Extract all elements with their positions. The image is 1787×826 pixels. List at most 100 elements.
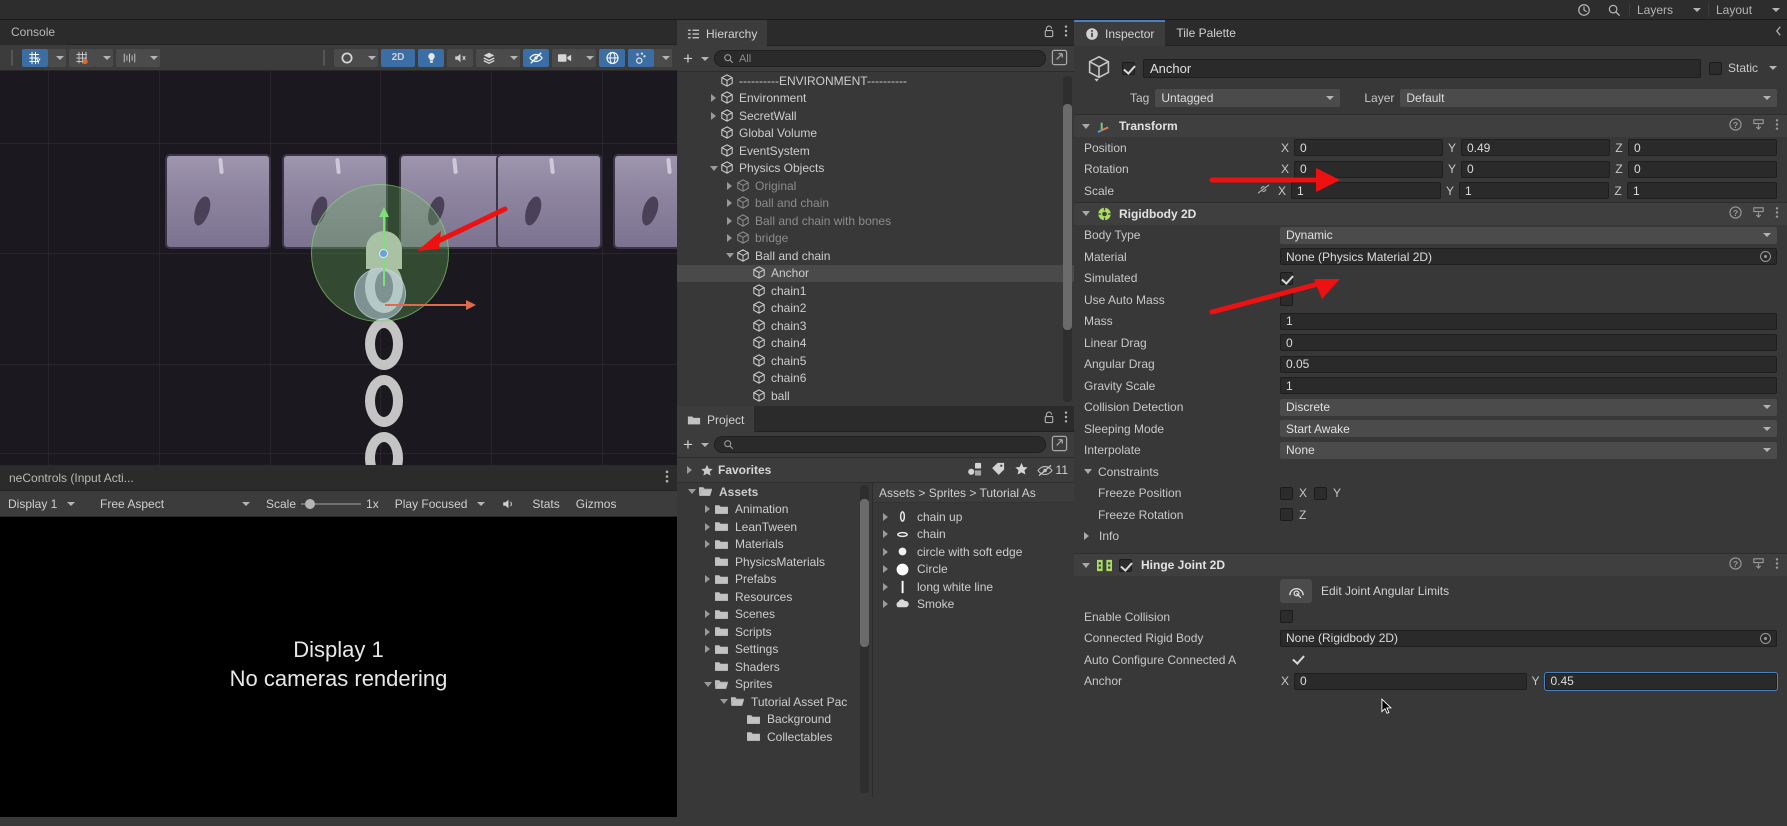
project-folder-sprites[interactable]: Sprites [677, 676, 872, 694]
scale-slider-group[interactable]: Scale 1x [258, 491, 387, 517]
project-folder-animation[interactable]: Animation [677, 501, 872, 519]
row-info[interactable]: Info [1074, 526, 1787, 548]
project-folder-scrollbar[interactable] [860, 485, 869, 793]
project-folder-scenes[interactable]: Scenes [677, 606, 872, 624]
scale-slider-knob[interactable] [305, 498, 316, 509]
project-asset-chain[interactable]: chain [873, 526, 1074, 544]
project-asset-smoke[interactable]: Smoke [873, 596, 1074, 614]
filter-by-favorites-icon[interactable] [1014, 462, 1029, 479]
project-asset-circle-with-soft-edge[interactable]: circle with soft edge [873, 543, 1074, 561]
connected-rigid-body-object-field[interactable]: None (Rigidbody 2D) [1280, 629, 1777, 647]
use-auto-mass-checkbox[interactable] [1280, 293, 1293, 307]
tab-project[interactable]: Project [677, 405, 755, 432]
angular-drag-input[interactable]: 0.05 [1280, 355, 1777, 373]
project-folder-prefabs[interactable]: Prefabs [677, 571, 872, 589]
gravity-scale-input[interactable]: 1 [1280, 377, 1777, 395]
layer-dropdown[interactable]: Default [1400, 89, 1777, 107]
hinge-joint2d-enabled-checkbox[interactable] [1119, 558, 1132, 572]
transform-rotation-x-input[interactable]: 0 [1294, 160, 1443, 178]
auto-configure-checkbox[interactable] [1292, 653, 1305, 666]
project-asset-pane[interactable]: Assets > Sprites > Tutorial As chain up c… [873, 483, 1074, 797]
create-asset-button[interactable]: + [683, 436, 709, 453]
mute-audio-icon[interactable] [493, 491, 524, 517]
hierarchy-search-expand-icon[interactable] [1051, 49, 1068, 69]
grid-snap-icon[interactable] [69, 48, 95, 67]
project-folder-collectables[interactable]: Collectables [677, 728, 872, 746]
asset-expand-arrow[interactable] [879, 582, 892, 591]
project-folder-shaders[interactable]: Shaders [677, 658, 872, 676]
hierarchy-scrollbar[interactable] [1063, 76, 1072, 402]
camera-toggle-icon[interactable] [552, 48, 578, 67]
project-folder-scrollbar-thumb[interactable] [860, 499, 869, 647]
breadcrumb[interactable]: Assets > Sprites > Tutorial As [873, 483, 1074, 503]
audio-toggle-icon[interactable] [447, 48, 473, 67]
help-icon-hinge[interactable]: ? [1729, 557, 1742, 573]
snap-increment-icon[interactable] [116, 48, 142, 67]
project-search-expand-icon[interactable] [1051, 435, 1068, 455]
hierarchy-item-chain3[interactable]: chain3 [677, 317, 1074, 335]
component-menu-icon-rigidbody2d[interactable] [1775, 206, 1779, 222]
anchor-x-input[interactable]: 0 [1294, 672, 1527, 690]
hierarchy-item-bridge[interactable]: bridge [677, 230, 1074, 248]
asset-expand-arrow[interactable] [879, 530, 892, 539]
asset-expand-arrow[interactable] [879, 547, 892, 556]
create-object-button[interactable]: + [683, 50, 709, 67]
filter-by-type-icon[interactable] [967, 462, 983, 479]
preset-icon-hinge[interactable] [1752, 557, 1765, 573]
scene-view[interactable] [0, 71, 677, 465]
transform-rotation-y-input[interactable]: 0 [1461, 160, 1610, 178]
fx-dropdown[interactable] [502, 48, 520, 67]
hierarchy-tree[interactable]: ----------ENVIRONMENT---------- Environme… [677, 72, 1074, 406]
scale-uniform-lock-icon[interactable] [1256, 183, 1271, 198]
mass-input[interactable]: 1 [1280, 312, 1777, 330]
lighting-toggle-icon[interactable] [418, 48, 444, 67]
constraints-foldout-icon[interactable] [1084, 469, 1092, 475]
component-menu-icon-transform[interactable] [1775, 118, 1779, 134]
lock-icon[interactable] [1043, 25, 1055, 41]
project-folder-scripts[interactable]: Scripts [677, 623, 872, 641]
hierarchy-item-global-volume[interactable]: Global Volume [677, 125, 1074, 143]
preset-icon-rigidbody2d[interactable] [1752, 206, 1765, 222]
hierarchy-item-chain1[interactable]: chain1 [677, 282, 1074, 300]
grid-axis-dropdown[interactable] [48, 48, 66, 67]
hierarchy-scrollbar-thumb[interactable] [1063, 104, 1072, 330]
preset-icon-transform[interactable] [1752, 118, 1765, 134]
project-folder-assets[interactable]: Assets [677, 483, 872, 501]
gizmos-dropdown[interactable] [654, 48, 672, 67]
hierarchy-item-secretwall[interactable]: SecretWall [677, 107, 1074, 125]
asset-expand-arrow[interactable] [879, 565, 892, 574]
transform-position-y-input[interactable]: 0.49 [1461, 139, 1610, 157]
project-folder-background[interactable]: Background [677, 711, 872, 729]
grid-snap-dropdown[interactable] [95, 48, 113, 67]
project-menu-icon[interactable] [1064, 410, 1068, 427]
lock-icon-project[interactable] [1043, 411, 1055, 427]
interpolate-dropdown[interactable]: None [1280, 441, 1777, 459]
grid-axis-icon[interactable]: Y [22, 48, 48, 67]
hierarchy-menu-icon[interactable] [1064, 24, 1068, 41]
transform-scale-x-input[interactable]: 1 [1291, 182, 1441, 200]
hierarchy-item-ball[interactable]: ball [677, 387, 1074, 405]
history-icon[interactable] [1569, 0, 1599, 20]
favorites-expand-arrow[interactable] [683, 466, 696, 474]
tag-dropdown[interactable]: Untagged [1155, 89, 1341, 107]
gizmo-x-axis-arrow[interactable] [385, 300, 476, 310]
hierarchy-item-ball-and-chain[interactable]: Ball and chain [677, 247, 1074, 265]
material-object-field[interactable]: None (Physics Material 2D) [1280, 248, 1777, 266]
edit-joint-angular-limits-button[interactable] [1280, 579, 1312, 603]
scene-visibility-icon[interactable] [599, 48, 625, 67]
help-icon-rigidbody2d[interactable]: ? [1729, 205, 1742, 222]
hierarchy-item-chain5[interactable]: chain5 [677, 352, 1074, 370]
gizmos-button[interactable]: Gizmos [568, 491, 625, 517]
gizmo-center-handle[interactable] [379, 249, 388, 258]
asset-expand-arrow[interactable] [879, 600, 892, 609]
aspect-dropdown[interactable]: Free Aspect [92, 491, 258, 517]
enable-collision-checkbox[interactable] [1280, 610, 1293, 624]
snap-increment-dropdown[interactable] [142, 48, 160, 67]
scale-slider[interactable] [301, 498, 362, 509]
help-icon-transform[interactable]: ? [1729, 118, 1742, 134]
chevron-down-icon-static[interactable] [1769, 66, 1777, 70]
hierarchy-item-original[interactable]: Original [677, 177, 1074, 195]
hierarchy-item-chain4[interactable]: chain4 [677, 335, 1074, 353]
rigidbody2d-header[interactable]: Rigidbody 2D ? [1074, 202, 1787, 225]
asset-expand-arrow[interactable] [879, 512, 892, 521]
